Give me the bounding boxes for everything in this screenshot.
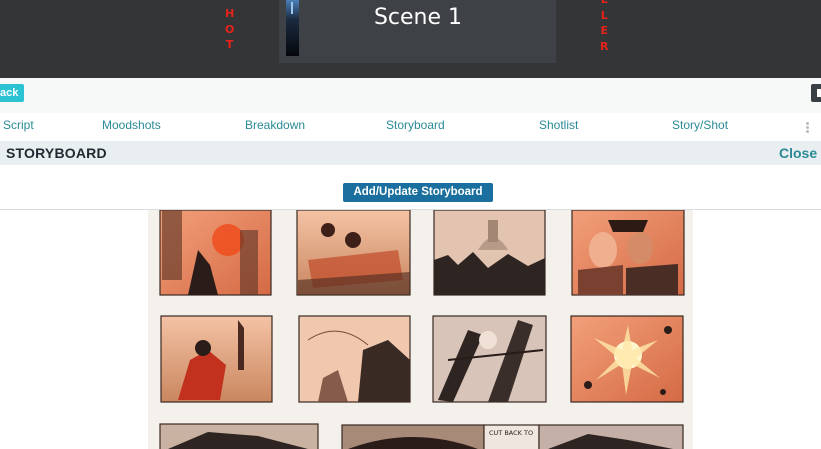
storyboard-panel xyxy=(160,315,273,403)
section-header: STORYBOARD Close xyxy=(0,141,821,165)
vertical-letter: T xyxy=(225,38,234,51)
scene-thumbnail-strip xyxy=(286,0,299,56)
tab-breakdown[interactable]: Breakdown xyxy=(245,118,305,133)
close-button[interactable]: Close xyxy=(779,145,817,161)
vertical-letter: R xyxy=(600,39,609,53)
storyboard-image: CUT BACK TO xyxy=(148,210,693,449)
storyboard-panel xyxy=(296,210,411,296)
storyboard-panel xyxy=(433,210,546,296)
section-title: STORYBOARD xyxy=(6,145,107,161)
panel-toggle-button[interactable] xyxy=(811,84,821,102)
storyboard-panel xyxy=(432,315,547,403)
storyboard-panel xyxy=(341,424,485,449)
tab-navigation: Script Moodshots Breakdown Storyboard Sh… xyxy=(0,113,821,141)
tab-shotlist[interactable]: Shotlist xyxy=(539,118,578,133)
storyboard-panel xyxy=(298,315,411,403)
storyboard-panel xyxy=(570,315,684,403)
storyboard-panel xyxy=(538,424,684,449)
left-vertical-label: H O T xyxy=(225,6,234,53)
storyboard-panel xyxy=(571,210,685,296)
vertical-letter: E xyxy=(600,24,608,37)
action-row: ack xyxy=(0,78,821,113)
scene-title: Scene 1 xyxy=(373,5,463,30)
storyboard-sketch-sheet: CUT BACK TO xyxy=(159,210,685,449)
storyboard-panel-caption: CUT BACK TO xyxy=(489,429,533,437)
tab-moodshots[interactable]: Moodshots xyxy=(102,118,161,133)
tab-script[interactable]: Script xyxy=(3,118,34,133)
vertical-letter: H xyxy=(225,7,235,20)
storyboard-toolbar: Add/Update Storyboard xyxy=(0,165,821,210)
back-button[interactable]: ack xyxy=(0,84,25,102)
vertical-letter: L xyxy=(601,0,608,8)
storyboard-panel xyxy=(159,210,272,296)
tab-storyboard[interactable]: Storyboard xyxy=(386,118,445,133)
vertical-letter: O xyxy=(225,22,235,36)
storyboard-panel: CUT BACK TO xyxy=(483,424,540,449)
tab-story-shot[interactable]: Story/Shot xyxy=(672,118,728,133)
vertical-letter: L xyxy=(600,8,608,22)
add-update-storyboard-button[interactable]: Add/Update Storyboard xyxy=(343,183,493,202)
top-header: H O T Scene 1 L L E R xyxy=(0,0,821,78)
storyboard-panel xyxy=(159,423,319,449)
more-options-icon[interactable] xyxy=(805,122,811,136)
right-vertical-label: L L E R xyxy=(600,0,608,54)
